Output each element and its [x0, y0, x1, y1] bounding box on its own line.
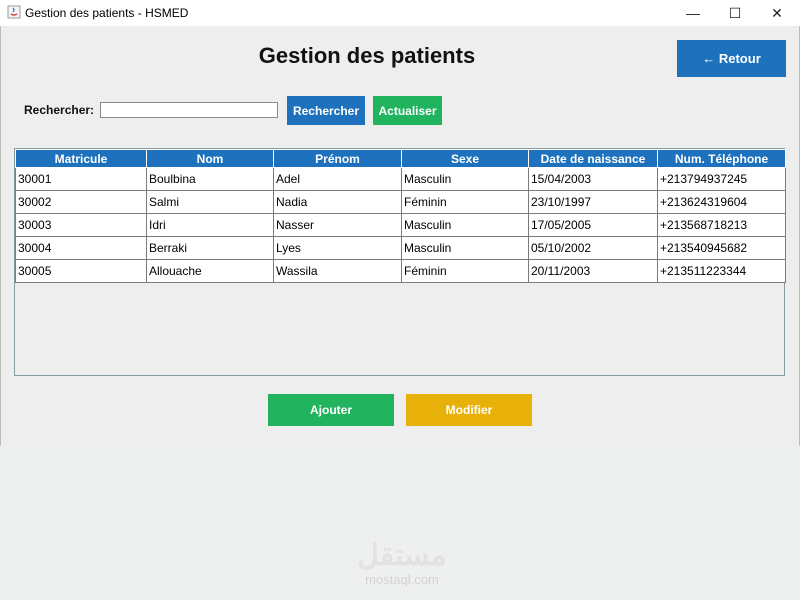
cell-matricule[interactable]: 30003: [15, 213, 147, 237]
cell-prenom[interactable]: Nasser: [273, 213, 402, 237]
maximize-icon: ☐: [728, 4, 742, 21]
cell-telephone[interactable]: +213540945682: [657, 236, 786, 260]
cell-prenom[interactable]: Nadia: [273, 190, 402, 214]
cell-sexe[interactable]: Féminin: [401, 190, 529, 214]
search-input[interactable]: [100, 102, 278, 118]
java-app-icon: [7, 5, 21, 19]
cell-sexe[interactable]: Masculin: [401, 236, 529, 260]
cell-date-naissance[interactable]: 20/11/2003: [528, 259, 658, 283]
cell-sexe[interactable]: Féminin: [401, 259, 529, 283]
column-header-matricule[interactable]: Matricule: [15, 149, 147, 168]
cell-date-naissance[interactable]: 23/10/1997: [528, 190, 658, 214]
search-label: Rechercher:: [24, 103, 95, 117]
table-row[interactable]: 30001 Boulbina Adel Masculin 15/04/2003 …: [15, 167, 786, 191]
column-header-sexe[interactable]: Sexe: [401, 149, 529, 168]
cell-nom[interactable]: Boulbina: [146, 167, 274, 191]
cell-telephone[interactable]: +213794937245: [657, 167, 786, 191]
page-title: Gestion des patients: [258, 43, 476, 68]
cell-telephone[interactable]: +213568718213: [657, 213, 786, 237]
patients-table: Matricule Nom Prénom Sexe Date de naissa…: [15, 149, 786, 283]
table-row[interactable]: 30004 Berraki Lyes Masculin 05/10/2002 +…: [15, 236, 786, 260]
cell-telephone[interactable]: +213624319604: [657, 190, 786, 214]
table-row[interactable]: 30003 Idri Nasser Masculin 17/05/2005 +2…: [15, 213, 786, 237]
cell-matricule[interactable]: 30004: [15, 236, 147, 260]
cell-sexe[interactable]: Masculin: [401, 213, 529, 237]
refresh-button[interactable]: Actualiser: [373, 96, 442, 125]
column-header-date-naissance[interactable]: Date de naissance: [528, 149, 658, 168]
cell-prenom[interactable]: Adel: [273, 167, 402, 191]
watermark-arabic: مستقل: [357, 539, 447, 572]
add-button[interactable]: Ajouter: [268, 394, 394, 426]
back-button[interactable]: ← Retour: [677, 40, 786, 77]
minimize-icon: —: [686, 5, 700, 21]
cell-matricule[interactable]: 30005: [15, 259, 147, 283]
cell-sexe[interactable]: Masculin: [401, 167, 529, 191]
maximize-button[interactable]: ☐: [714, 0, 756, 26]
cell-telephone[interactable]: +213511223344: [657, 259, 786, 283]
cell-prenom[interactable]: Wassila: [273, 259, 402, 283]
cell-date-naissance[interactable]: 05/10/2002: [528, 236, 658, 260]
cell-matricule[interactable]: 30002: [15, 190, 147, 214]
search-button[interactable]: Rechercher: [287, 96, 365, 125]
patients-table-container: Matricule Nom Prénom Sexe Date de naissa…: [14, 148, 786, 376]
window-titlebar: Gestion des patients - HSMED — ☐ ✕: [0, 0, 800, 26]
column-header-nom[interactable]: Nom: [146, 149, 274, 168]
cell-nom[interactable]: Berraki: [146, 236, 274, 260]
cell-date-naissance[interactable]: 15/04/2003: [528, 167, 658, 191]
close-icon: ✕: [771, 4, 783, 21]
watermark-latin: mostaql.com: [365, 572, 439, 587]
column-header-telephone[interactable]: Num. Téléphone: [657, 149, 786, 168]
table-header-row: Matricule Nom Prénom Sexe Date de naissa…: [15, 149, 786, 168]
window-title: Gestion des patients - HSMED: [25, 6, 189, 20]
cell-nom[interactable]: Allouache: [146, 259, 274, 283]
minimize-button[interactable]: —: [672, 0, 714, 26]
cell-date-naissance[interactable]: 17/05/2005: [528, 213, 658, 237]
close-button[interactable]: ✕: [756, 0, 798, 26]
cell-matricule[interactable]: 30001: [15, 167, 147, 191]
cell-nom[interactable]: Salmi: [146, 190, 274, 214]
cell-prenom[interactable]: Lyes: [273, 236, 402, 260]
column-header-prenom[interactable]: Prénom: [273, 149, 402, 168]
table-row[interactable]: 30005 Allouache Wassila Féminin 20/11/20…: [15, 259, 786, 283]
table-row[interactable]: 30002 Salmi Nadia Féminin 23/10/1997 +21…: [15, 190, 786, 214]
edit-button[interactable]: Modifier: [406, 394, 532, 426]
cell-nom[interactable]: Idri: [146, 213, 274, 237]
